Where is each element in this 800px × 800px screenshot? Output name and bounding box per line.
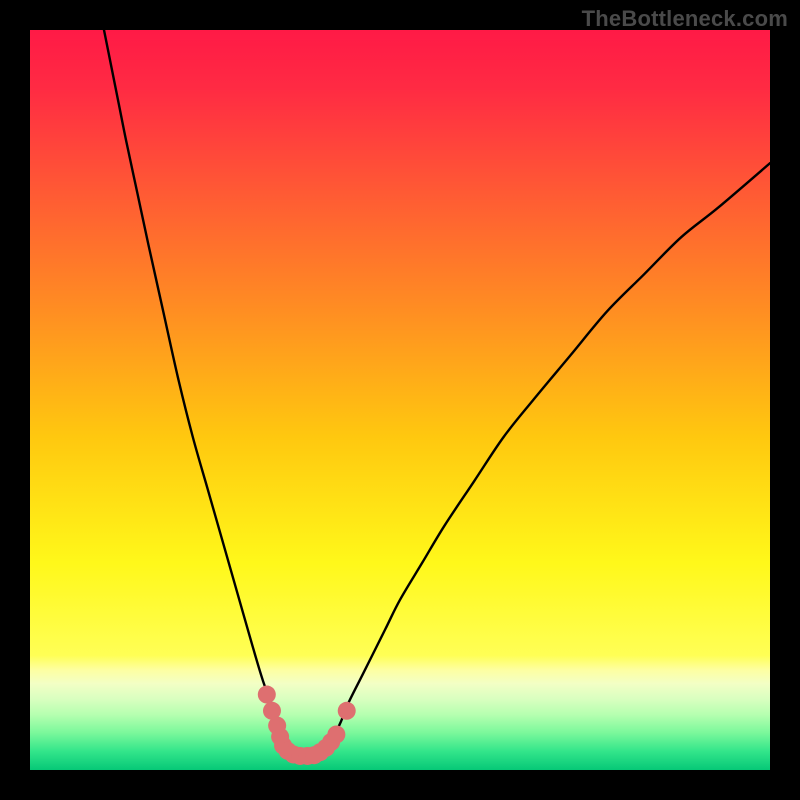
watermark-text: TheBottleneck.com	[582, 6, 788, 32]
marker-dot	[327, 725, 345, 743]
heatmap-background	[30, 30, 770, 770]
chart-frame: TheBottleneck.com	[0, 0, 800, 800]
marker-dot	[338, 702, 356, 720]
plot-area	[30, 30, 770, 770]
marker-dot	[258, 686, 276, 704]
bottleneck-chart	[30, 30, 770, 770]
